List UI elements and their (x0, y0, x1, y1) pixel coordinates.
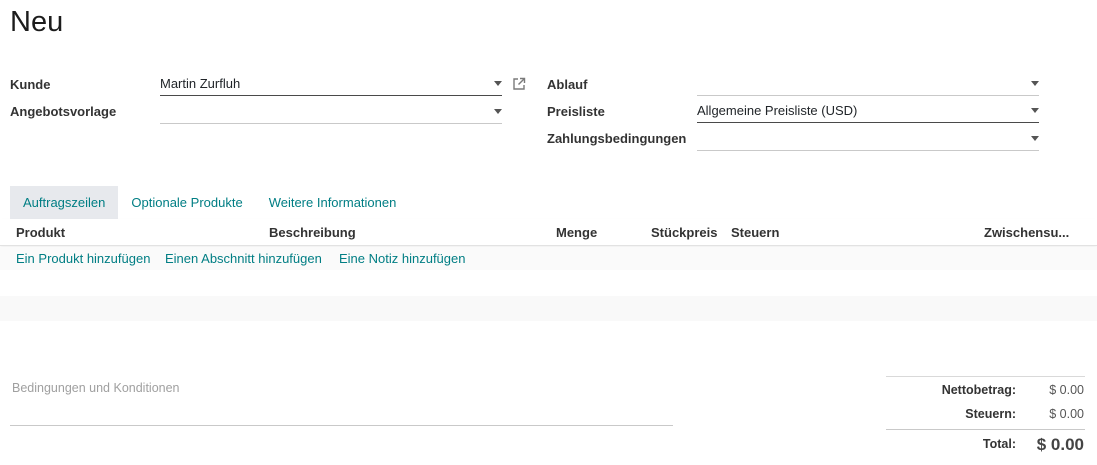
column-header-product[interactable]: Produkt (16, 225, 65, 240)
pricelist-field[interactable]: Allgemeine Preisliste (USD) (697, 100, 1039, 123)
tab-other-info[interactable]: Weitere Informationen (256, 186, 410, 219)
total-row: Total: $ 0.00 (886, 435, 1085, 457)
column-header-description[interactable]: Beschreibung (269, 225, 356, 240)
chevron-down-icon[interactable] (1031, 136, 1039, 141)
quote-template-field[interactable] (160, 101, 502, 124)
chevron-down-icon[interactable] (494, 81, 502, 86)
expiration-field[interactable] (697, 73, 1039, 96)
pricelist-value: Allgemeine Preisliste (USD) (697, 103, 858, 118)
terms-placeholder: Bedingungen und Konditionen (12, 381, 180, 395)
net-amount-label: Nettobetrag: (941, 383, 1016, 397)
page-title: Neu (10, 6, 64, 38)
quote-template-label: Angebotsvorlage (10, 104, 117, 119)
total-label: Total: (982, 437, 1016, 451)
expiration-label: Ablauf (547, 77, 588, 92)
tab-order-lines[interactable]: Auftragszeilen (10, 186, 119, 219)
add-note-link[interactable]: Eine Notiz hinzufügen (339, 251, 465, 266)
empty-table-row (0, 296, 1097, 321)
column-header-quantity[interactable]: Menge (556, 225, 597, 240)
total-value: $ 0.00 (1036, 435, 1084, 454)
add-product-link[interactable]: Ein Produkt hinzufügen (16, 251, 150, 266)
column-header-subtotal[interactable]: Zwischensu... (984, 225, 1069, 240)
order-lines-header: Produkt Beschreibung Menge Stückpreis St… (0, 219, 1097, 246)
add-line-row: Ein Produkt hinzufügen Einen Abschnitt h… (0, 247, 1097, 270)
external-link-icon[interactable] (512, 77, 526, 91)
chevron-down-icon[interactable] (1031, 108, 1039, 113)
customer-field[interactable]: Martin Zurfluh (160, 73, 502, 96)
pricelist-label: Preisliste (547, 104, 605, 119)
taxes-value: $ 0.00 (1049, 407, 1084, 421)
totals-summary: Nettobetrag: $ 0.00 Steuern: $ 0.00 Tota… (886, 376, 1085, 454)
net-amount-value: $ 0.00 (1049, 383, 1084, 397)
add-section-link[interactable]: Einen Abschnitt hinzufügen (165, 251, 322, 266)
chevron-down-icon[interactable] (494, 109, 502, 114)
totals-divider (886, 429, 1085, 430)
payment-terms-label: Zahlungsbedingungen (547, 131, 687, 146)
tab-optional-products[interactable]: Optionale Produkte (118, 186, 255, 219)
customer-value: Martin Zurfluh (160, 76, 241, 91)
payment-terms-field[interactable] (697, 128, 1039, 151)
net-amount-row: Nettobetrag: $ 0.00 (886, 383, 1085, 405)
customer-label: Kunde (10, 77, 51, 92)
column-header-unit-price[interactable]: Stückpreis (651, 225, 717, 240)
terms-and-conditions-field[interactable]: Bedingungen und Konditionen (10, 379, 673, 426)
chevron-down-icon[interactable] (1031, 81, 1039, 86)
column-header-taxes[interactable]: Steuern (731, 225, 779, 240)
taxes-row: Steuern: $ 0.00 (886, 407, 1085, 429)
notebook-tabs: Auftragszeilen Optionale Produkte Weiter… (10, 186, 409, 219)
taxes-label: Steuern: (965, 407, 1016, 421)
